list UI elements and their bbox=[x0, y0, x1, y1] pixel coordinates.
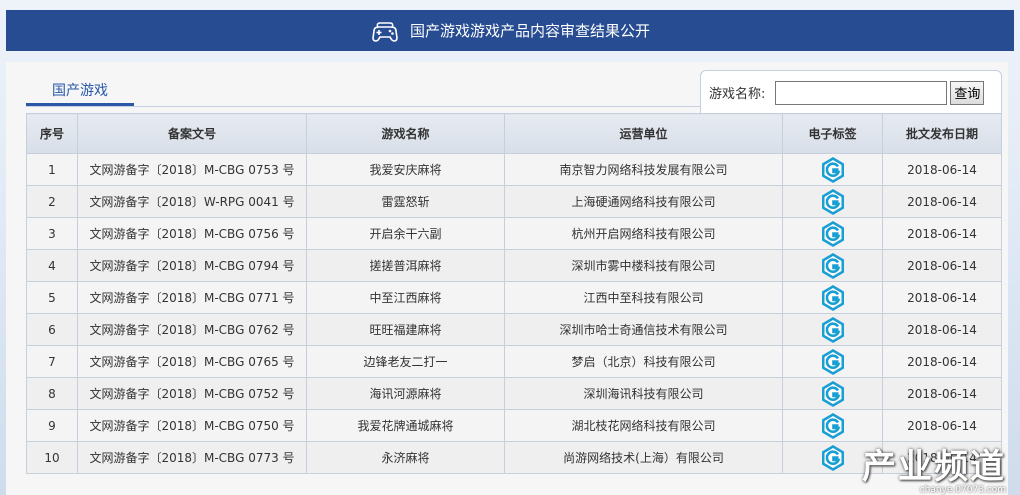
table-row: 7 文网游备字〔2018〕M-CBG 0765 号边锋老友二打一 梦启（北京）科技有… bbox=[26, 345, 1002, 378]
e-label-g-icon[interactable] bbox=[819, 444, 847, 472]
row-operator: 深圳海讯科技有限公司 bbox=[504, 377, 783, 410]
search-button[interactable]: 查询 bbox=[950, 80, 985, 105]
row-index: 2 bbox=[26, 185, 78, 218]
row-e-label bbox=[782, 249, 883, 282]
row-game-name: 我爱安庆麻将 bbox=[306, 153, 505, 186]
col-header-record-no: 备案文号 bbox=[77, 113, 307, 154]
row-e-label bbox=[782, 185, 883, 218]
row-e-label bbox=[782, 313, 883, 346]
table-row: 5 文网游备字〔2018〕M-CBG 0771 号中至江西麻将 江西中至科技有限公司… bbox=[26, 281, 1002, 314]
row-index: 8 bbox=[26, 377, 78, 410]
col-header-date: 批文发布日期 bbox=[882, 113, 1002, 154]
page-banner: 国产游戏游戏产品内容审查结果公开 bbox=[6, 10, 1014, 51]
page-title: 国产游戏游戏产品内容审查结果公开 bbox=[409, 22, 650, 40]
row-e-label bbox=[782, 441, 883, 474]
search-label: 游戏名称: bbox=[709, 87, 766, 102]
row-operator: 湖北枝花网络科技有限公司 bbox=[504, 409, 783, 442]
row-game-name: 海讯河源麻将 bbox=[306, 377, 505, 410]
row-date: 2018-06-14 bbox=[882, 217, 1002, 250]
gamepad-icon bbox=[370, 19, 400, 43]
row-operator: 深圳市哈士奇通信技术有限公司 bbox=[504, 313, 783, 346]
row-game-name: 我爱花牌通城麻将 bbox=[306, 409, 505, 442]
search-bar: 游戏名称: 查询 bbox=[700, 70, 1002, 114]
watermark-sub: chanye.07073.com bbox=[919, 485, 1006, 495]
row-game-name: 永济麻将 bbox=[306, 441, 505, 474]
results-table: 序号 备案文号 游戏名称 运营单位 电子标签 批文发布日期 1 文网游备字〔201… bbox=[26, 113, 1002, 474]
table-header-row: 序号 备案文号 游戏名称 运营单位 电子标签 批文发布日期 bbox=[26, 113, 1002, 154]
tab-domestic-games[interactable]: 国产游戏 bbox=[26, 76, 134, 106]
e-label-g-icon[interactable] bbox=[819, 348, 847, 376]
row-operator: 上海硬通网络科技有限公司 bbox=[504, 185, 783, 218]
row-index: 1 bbox=[26, 153, 78, 186]
table-row: 6 文网游备字〔2018〕M-CBG 0762 号旺旺福建麻将 深圳市哈士奇通信技术… bbox=[26, 313, 1002, 346]
row-e-label bbox=[782, 217, 883, 250]
table-row: 1 文网游备字〔2018〕M-CBG 0753 号我爱安庆麻将 南京智力网络科技发展… bbox=[26, 153, 1002, 186]
row-e-label bbox=[782, 409, 883, 442]
row-date: 2018-06-14 bbox=[882, 153, 1002, 186]
tab-divider bbox=[26, 106, 702, 107]
col-header-index: 序号 bbox=[26, 113, 78, 154]
e-label-g-icon[interactable] bbox=[819, 252, 847, 280]
table-row: 2 文网游备字〔2018〕W-RPG 0041 号雷霆怒斩 上海硬通网络科技有限公司… bbox=[26, 185, 1002, 218]
row-record-no: 文网游备字〔2018〕W-RPG 0041 号 bbox=[77, 185, 307, 218]
col-header-e-label: 电子标签 bbox=[782, 113, 883, 154]
row-e-label bbox=[782, 281, 883, 314]
row-game-name: 搓搓普洱麻将 bbox=[306, 249, 505, 282]
row-date: 2018-06-14 bbox=[882, 409, 1002, 442]
row-e-label bbox=[782, 377, 883, 410]
table-row: 3 文网游备字〔2018〕M-CBG 0756 号开启余干六副 杭州开启网络科技有限… bbox=[26, 217, 1002, 250]
row-record-no: 文网游备字〔2018〕M-CBG 0756 号 bbox=[77, 217, 307, 250]
row-date: 2018-06-14 bbox=[882, 313, 1002, 346]
table-row: 8 文网游备字〔2018〕M-CBG 0752 号海讯河源麻将 深圳海讯科技有限公司… bbox=[26, 377, 1002, 410]
row-operator: 深圳市雾中楼科技有限公司 bbox=[504, 249, 783, 282]
row-game-name: 中至江西麻将 bbox=[306, 281, 505, 314]
row-record-no: 文网游备字〔2018〕M-CBG 0771 号 bbox=[77, 281, 307, 314]
row-e-label bbox=[782, 153, 883, 186]
row-game-name: 开启余干六副 bbox=[306, 217, 505, 250]
row-date: 2018-06-14 bbox=[882, 281, 1002, 314]
row-index: 3 bbox=[26, 217, 78, 250]
col-header-game-name: 游戏名称 bbox=[306, 113, 505, 154]
e-label-g-icon[interactable] bbox=[819, 188, 847, 216]
row-operator: 杭州开启网络科技有限公司 bbox=[504, 217, 783, 250]
row-date: 2018-06-14 bbox=[882, 345, 1002, 378]
e-label-g-icon[interactable] bbox=[819, 220, 847, 248]
table-row: 9 文网游备字〔2018〕M-CBG 0750 号我爱花牌通城麻将 湖北枝花网络科技… bbox=[26, 409, 1002, 442]
row-operator: 梦启（北京）科技有限公司 bbox=[504, 345, 783, 378]
row-record-no: 文网游备字〔2018〕M-CBG 0794 号 bbox=[77, 249, 307, 282]
row-game-name: 旺旺福建麻将 bbox=[306, 313, 505, 346]
row-index: 7 bbox=[26, 345, 78, 378]
row-record-no: 文网游备字〔2018〕M-CBG 0750 号 bbox=[77, 409, 307, 442]
row-date: 2018-06-14 bbox=[882, 441, 1002, 474]
row-e-label bbox=[782, 345, 883, 378]
row-game-name: 边锋老友二打一 bbox=[306, 345, 505, 378]
row-record-no: 文网游备字〔2018〕M-CBG 0753 号 bbox=[77, 153, 307, 186]
row-operator: 尚游网络技术(上海）有限公司 bbox=[504, 441, 783, 474]
content-panel: 国产游戏 游戏名称: 查询 序号 备案文号 游戏名称 运营单位 电子标签 批文发… bbox=[6, 62, 1008, 495]
col-header-operator: 运营单位 bbox=[504, 113, 783, 154]
row-index: 5 bbox=[26, 281, 78, 314]
e-label-g-icon[interactable] bbox=[819, 316, 847, 344]
table-row: 4 文网游备字〔2018〕M-CBG 0794 号搓搓普洱麻将 深圳市雾中楼科技有限… bbox=[26, 249, 1002, 282]
e-label-g-icon[interactable] bbox=[819, 412, 847, 440]
row-record-no: 文网游备字〔2018〕M-CBG 0765 号 bbox=[77, 345, 307, 378]
row-record-no: 文网游备字〔2018〕M-CBG 0752 号 bbox=[77, 377, 307, 410]
table-row: 10 文网游备字〔2018〕M-CBG 0773 号永济麻将 尚游网络技术(上海）有… bbox=[26, 441, 1002, 474]
row-operator: 江西中至科技有限公司 bbox=[504, 281, 783, 314]
row-index: 10 bbox=[26, 441, 78, 474]
row-index: 9 bbox=[26, 409, 78, 442]
row-date: 2018-06-14 bbox=[882, 249, 1002, 282]
row-record-no: 文网游备字〔2018〕M-CBG 0773 号 bbox=[77, 441, 307, 474]
e-label-g-icon[interactable] bbox=[819, 380, 847, 408]
row-date: 2018-06-14 bbox=[882, 377, 1002, 410]
e-label-g-icon[interactable] bbox=[819, 156, 847, 184]
row-game-name: 雷霆怒斩 bbox=[306, 185, 505, 218]
row-index: 6 bbox=[26, 313, 78, 346]
game-name-input[interactable] bbox=[775, 80, 948, 105]
row-date: 2018-06-14 bbox=[882, 185, 1002, 218]
row-operator: 南京智力网络科技发展有限公司 bbox=[504, 153, 783, 186]
row-index: 4 bbox=[26, 249, 78, 282]
e-label-g-icon[interactable] bbox=[819, 284, 847, 312]
row-record-no: 文网游备字〔2018〕M-CBG 0762 号 bbox=[77, 313, 307, 346]
